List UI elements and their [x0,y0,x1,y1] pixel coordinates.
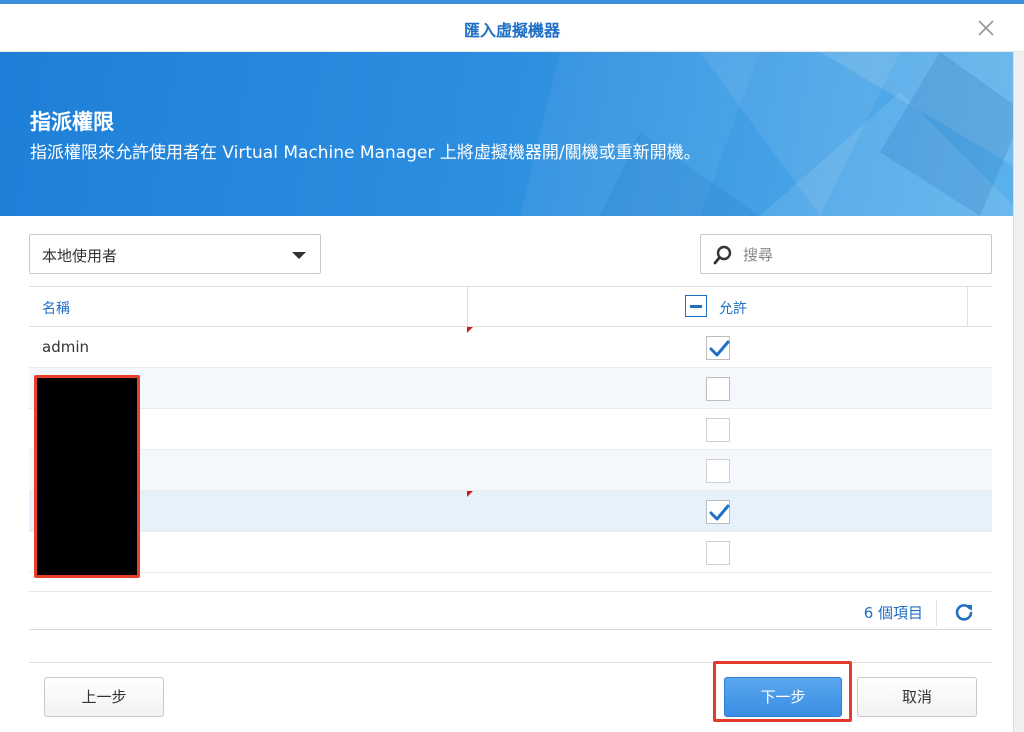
refresh-icon[interactable] [954,602,974,622]
table-row[interactable] [29,368,992,409]
footer-divider [936,600,937,626]
column-header-name[interactable]: 名稱 [42,298,70,318]
allow-checkbox[interactable] [706,500,730,524]
checkmark-icon [709,504,730,521]
table-footer: 6 個項目 [29,591,992,631]
table-row[interactable] [29,409,992,450]
previous-button[interactable]: 上一步 [44,677,164,717]
cancel-button[interactable]: 取消 [857,677,977,717]
table-row[interactable] [29,491,992,532]
next-button-highlight [713,661,852,722]
search-input[interactable] [743,243,973,267]
user-type-select[interactable]: 本地使用者 [29,234,321,274]
table-row[interactable] [29,450,992,491]
allow-checkbox[interactable] [706,377,730,401]
modified-marker [467,491,473,497]
banner-pattern [520,52,1024,216]
table-header: 名稱 允許 [29,287,992,327]
search-icon [713,245,732,265]
permission-table: 名稱 允許 admin 6 個項目 [29,286,992,630]
modified-marker [467,327,473,333]
column-divider[interactable] [467,287,468,327]
window-edge [1013,52,1024,732]
user-type-value: 本地使用者 [42,247,118,265]
row-username: admin [42,338,89,356]
allow-checkbox[interactable] [706,418,730,442]
column-divider[interactable] [967,287,968,327]
column-header-allow[interactable]: 允許 [719,298,747,318]
table-row[interactable]: admin [29,327,992,368]
close-icon [978,20,994,36]
checkmark-icon [709,340,730,357]
chevron-down-icon [292,252,306,259]
banner-description: 指派權限來允許使用者在 Virtual Machine Manager 上將虛擬… [30,143,701,163]
dialog-title: 匯入虛擬機器 [463,21,560,40]
select-all-checkbox[interactable] [685,295,707,317]
partial-check-icon [690,305,702,308]
banner-heading: 指派權限 [30,110,114,134]
allow-checkbox[interactable] [706,541,730,565]
allow-checkbox[interactable] [706,336,730,360]
redacted-usernames [34,375,140,578]
allow-checkbox[interactable] [706,459,730,483]
table-row[interactable] [29,532,992,573]
wizard-banner: 指派權限 指派權限來允許使用者在 Virtual Machine Manager… [0,52,1024,216]
item-count: 6 個項目 [863,604,923,622]
dialog-titlebar: 匯入虛擬機器 [0,4,1024,52]
search-box [700,234,992,274]
close-button[interactable] [976,18,996,38]
